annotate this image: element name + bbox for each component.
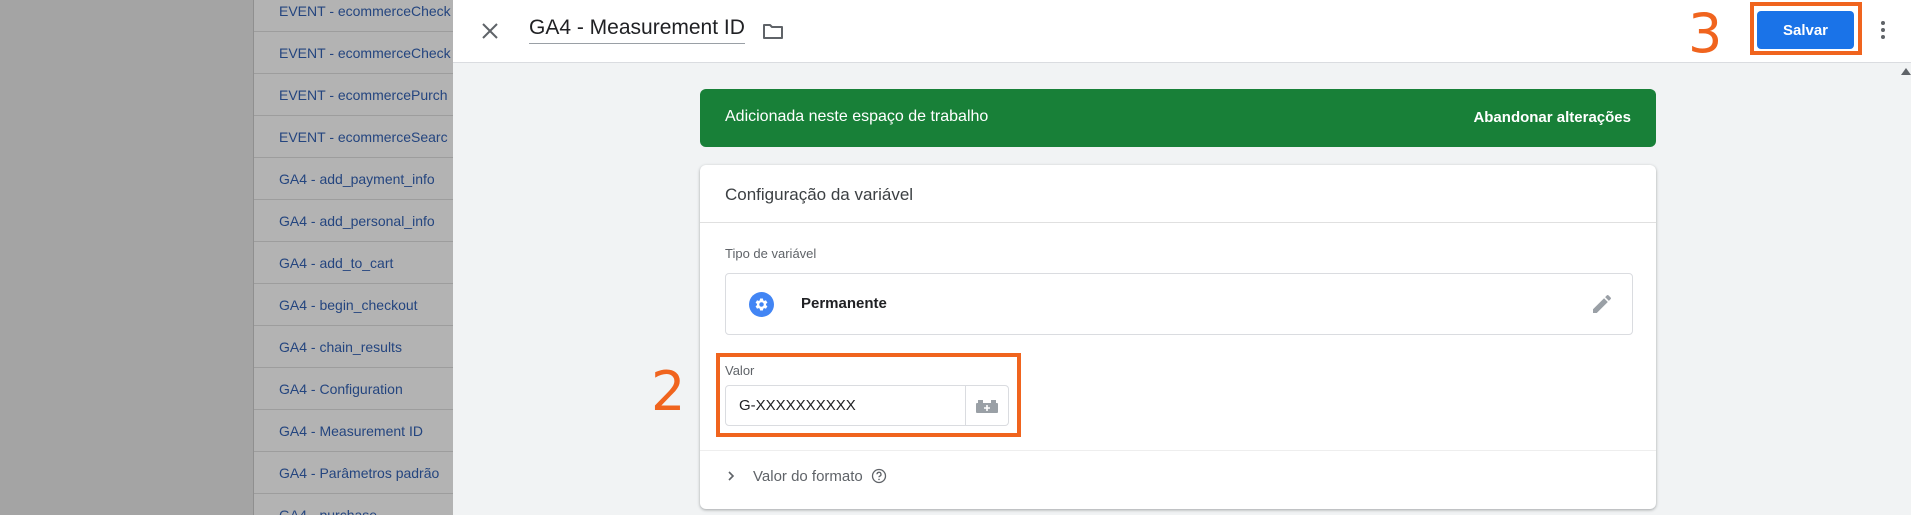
close-button[interactable] xyxy=(477,18,503,44)
list-item: GA4 - Configuration xyxy=(254,368,453,410)
variable-edit-panel: GA4 - Measurement ID Salvar Adicionada n… xyxy=(453,0,1911,515)
variable-name-field[interactable]: GA4 - Measurement ID xyxy=(529,16,745,44)
list-item: GA4 - add_personal_info xyxy=(254,200,453,242)
annotation-box-value xyxy=(716,353,1021,437)
variable-type-selector[interactable]: Permanente xyxy=(725,273,1633,335)
list-item: GA4 - add_payment_info xyxy=(254,158,453,200)
divider xyxy=(700,450,1656,451)
list-item: EVENT - ecommerceCheck xyxy=(254,32,453,74)
list-item: GA4 - begin_checkout xyxy=(254,284,453,326)
gear-icon xyxy=(749,292,774,317)
card-title: Configuração da variável xyxy=(725,185,914,204)
list-item: EVENT - ecommerceCheck xyxy=(254,0,453,32)
pencil-icon[interactable] xyxy=(1590,292,1614,316)
folder-icon[interactable] xyxy=(761,19,785,43)
more-options-icon[interactable] xyxy=(1875,17,1891,43)
format-value-label: Valor do formato xyxy=(753,467,863,485)
workspace-status-banner: Adicionada neste espaço de trabalho Aban… xyxy=(700,89,1656,147)
annotation-number: 2 xyxy=(651,360,686,423)
chevron-right-icon xyxy=(728,471,735,481)
format-value-toggle[interactable]: Valor do formato xyxy=(725,461,887,491)
list-item: GA4 - chain_results xyxy=(254,326,453,368)
divider xyxy=(700,222,1656,223)
discard-changes-link[interactable]: Abandonar alterações xyxy=(1473,109,1631,126)
background-variable-list: EVENT - ecommerceCheck EVENT - ecommerce… xyxy=(253,0,453,515)
variable-type-name: Permanente xyxy=(801,295,887,312)
background-overlay xyxy=(0,0,253,515)
variable-configuration-card: Configuração da variável Tipo de variáve… xyxy=(700,165,1656,509)
banner-text: Adicionada neste espaço de trabalho xyxy=(725,108,989,125)
list-item: GA4 - Measurement ID xyxy=(254,410,453,452)
list-item: EVENT - ecommerceSearc xyxy=(254,116,453,158)
help-icon[interactable] xyxy=(871,468,887,484)
list-item: GA4 - Parâmetros padrão xyxy=(254,452,453,494)
close-icon xyxy=(482,23,498,39)
list-item: GA4 - add_to_cart xyxy=(254,242,453,284)
list-item: EVENT - ecommercePurch xyxy=(254,74,453,116)
list-item: GA4 - purchase xyxy=(254,494,453,515)
scroll-up-arrow[interactable] xyxy=(1901,68,1911,75)
variable-type-label: Tipo de variável xyxy=(725,246,817,261)
annotation-box-save xyxy=(1750,2,1862,55)
annotation-number: 3 xyxy=(1688,2,1723,65)
